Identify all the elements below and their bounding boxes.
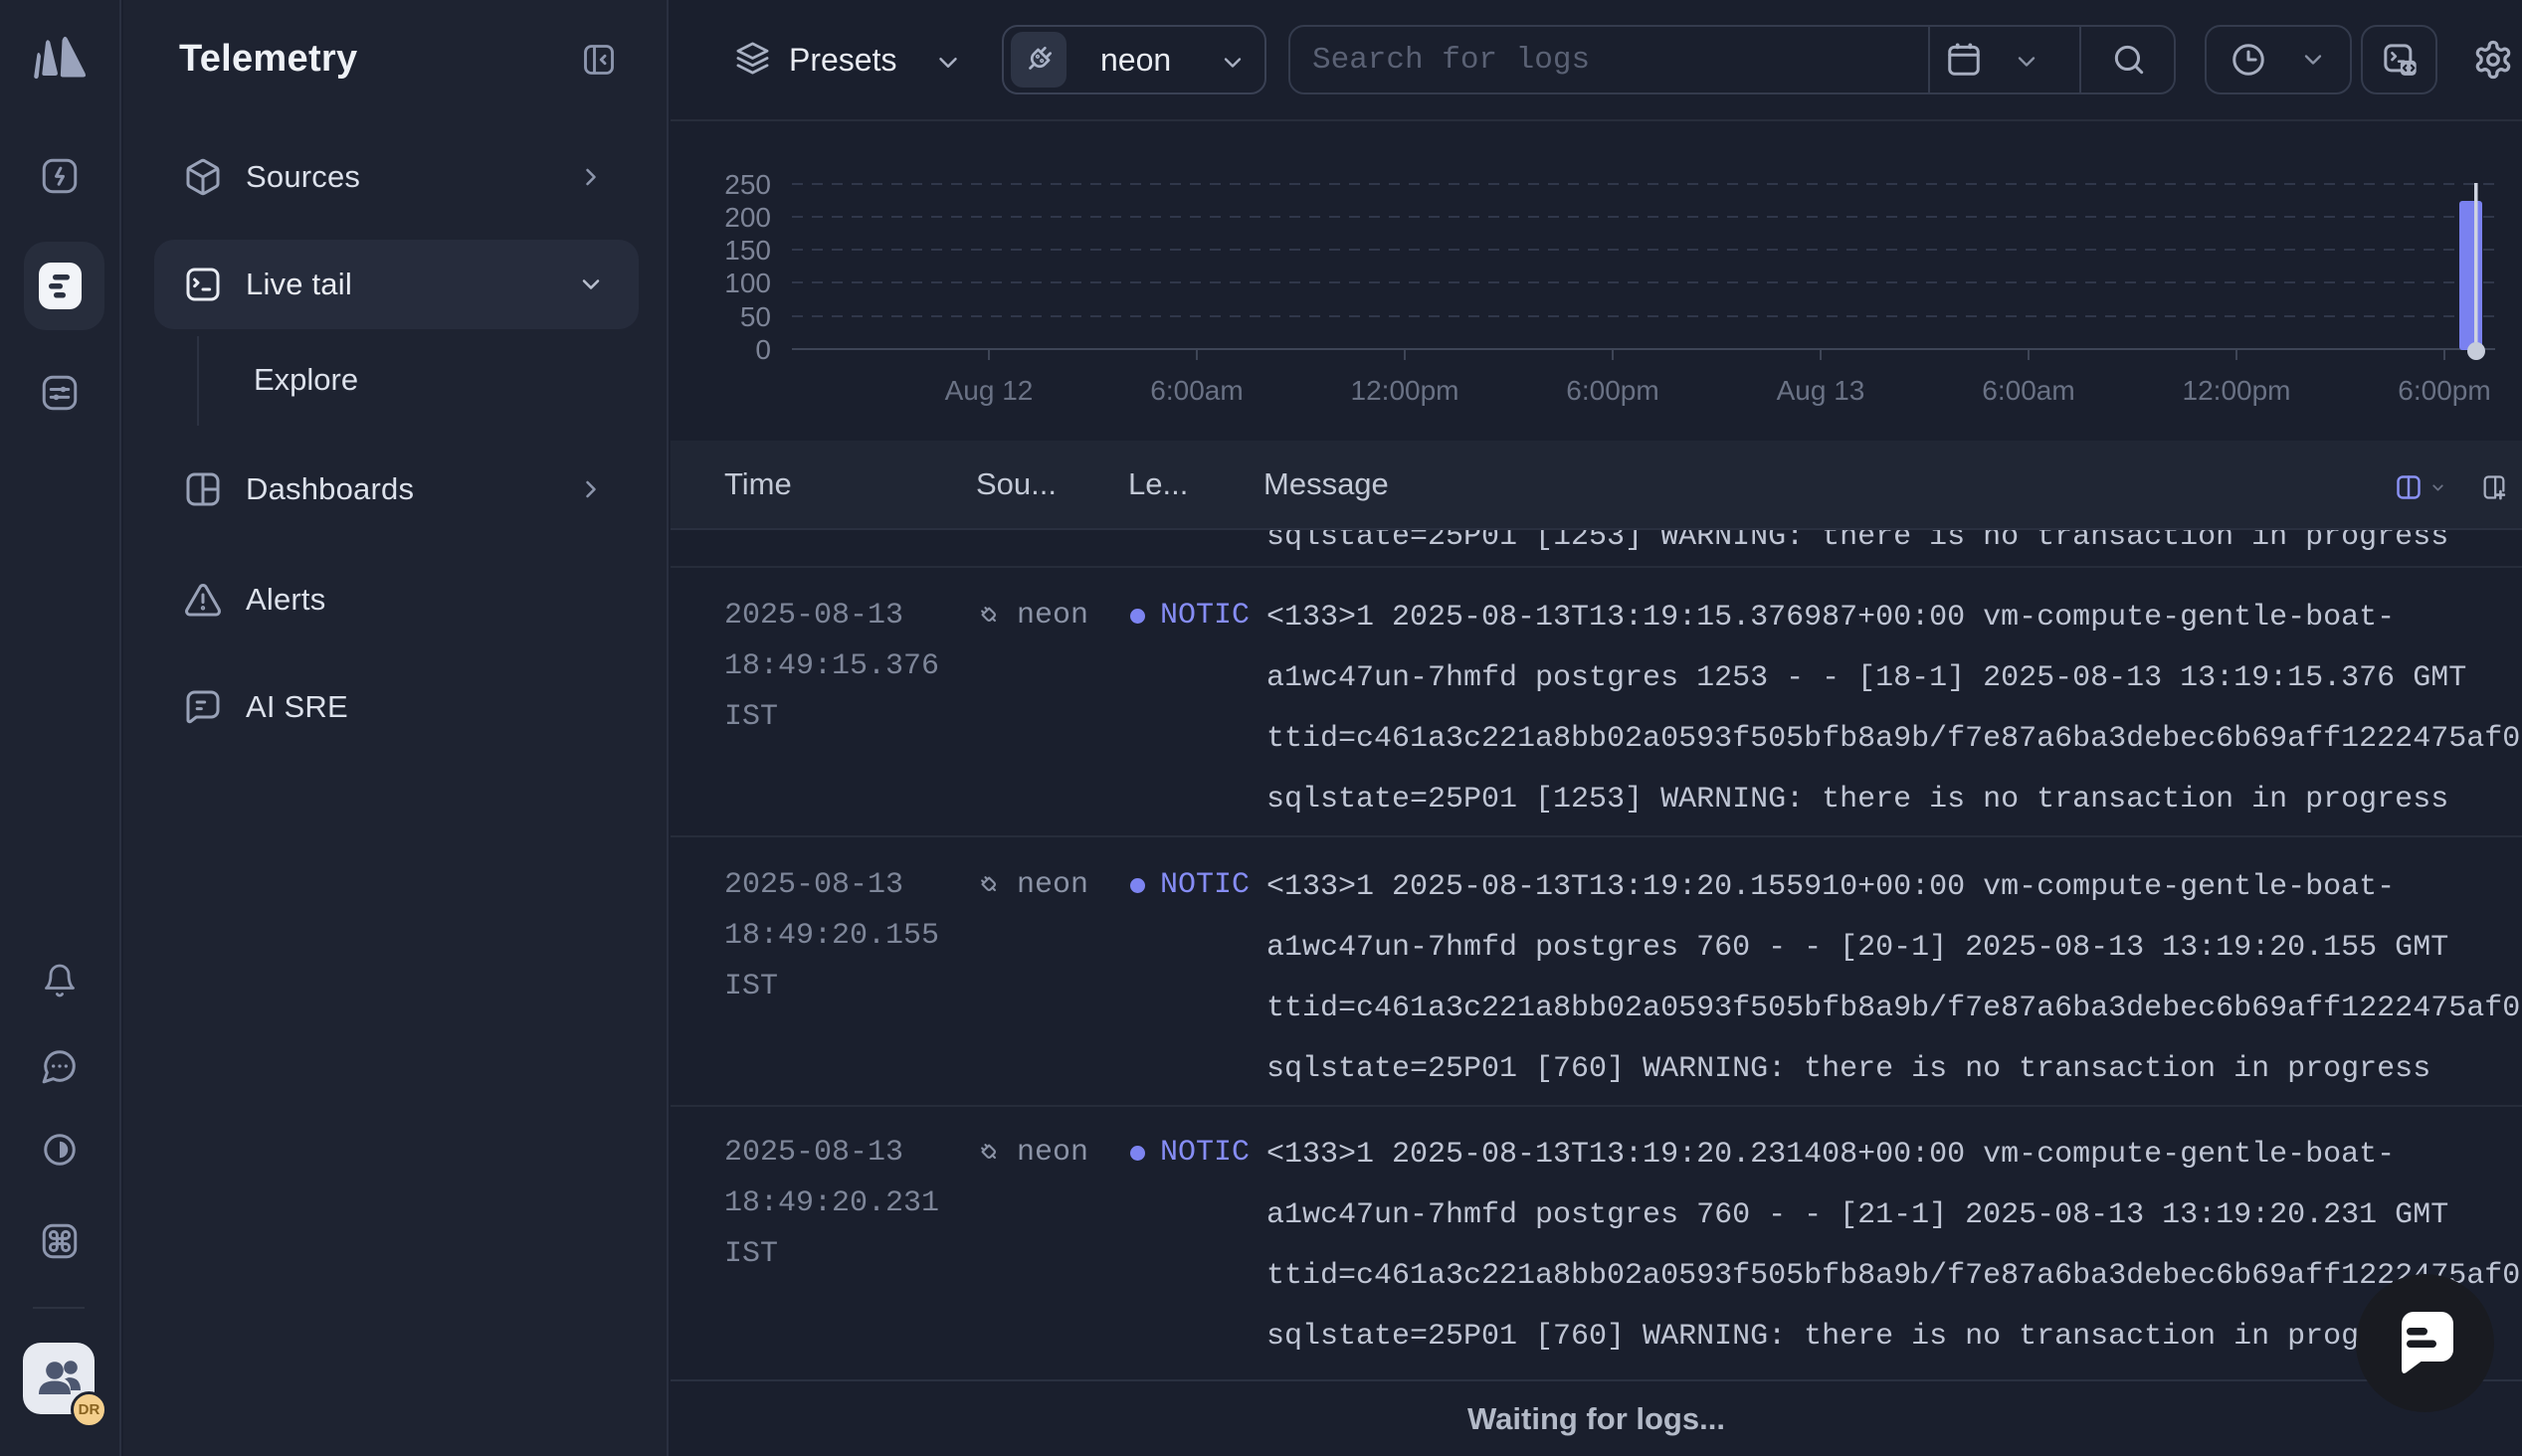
svg-text:6:00pm: 6:00pm bbox=[1566, 375, 1658, 406]
svg-text:150: 150 bbox=[724, 235, 771, 266]
svg-text:Aug 12: Aug 12 bbox=[945, 375, 1034, 406]
svg-text:12:00pm: 12:00pm bbox=[2183, 375, 2291, 406]
svg-text:Aug 13: Aug 13 bbox=[1777, 375, 1865, 406]
svg-text:6:00am: 6:00am bbox=[1982, 375, 2074, 406]
svg-text:12:00pm: 12:00pm bbox=[1351, 375, 1459, 406]
svg-text:0: 0 bbox=[755, 334, 771, 365]
svg-text:6:00pm: 6:00pm bbox=[2398, 375, 2490, 406]
svg-text:6:00am: 6:00am bbox=[1150, 375, 1243, 406]
svg-text:50: 50 bbox=[740, 301, 771, 332]
svg-text:250: 250 bbox=[724, 169, 771, 200]
svg-text:100: 100 bbox=[724, 268, 771, 298]
svg-text:200: 200 bbox=[724, 202, 771, 233]
